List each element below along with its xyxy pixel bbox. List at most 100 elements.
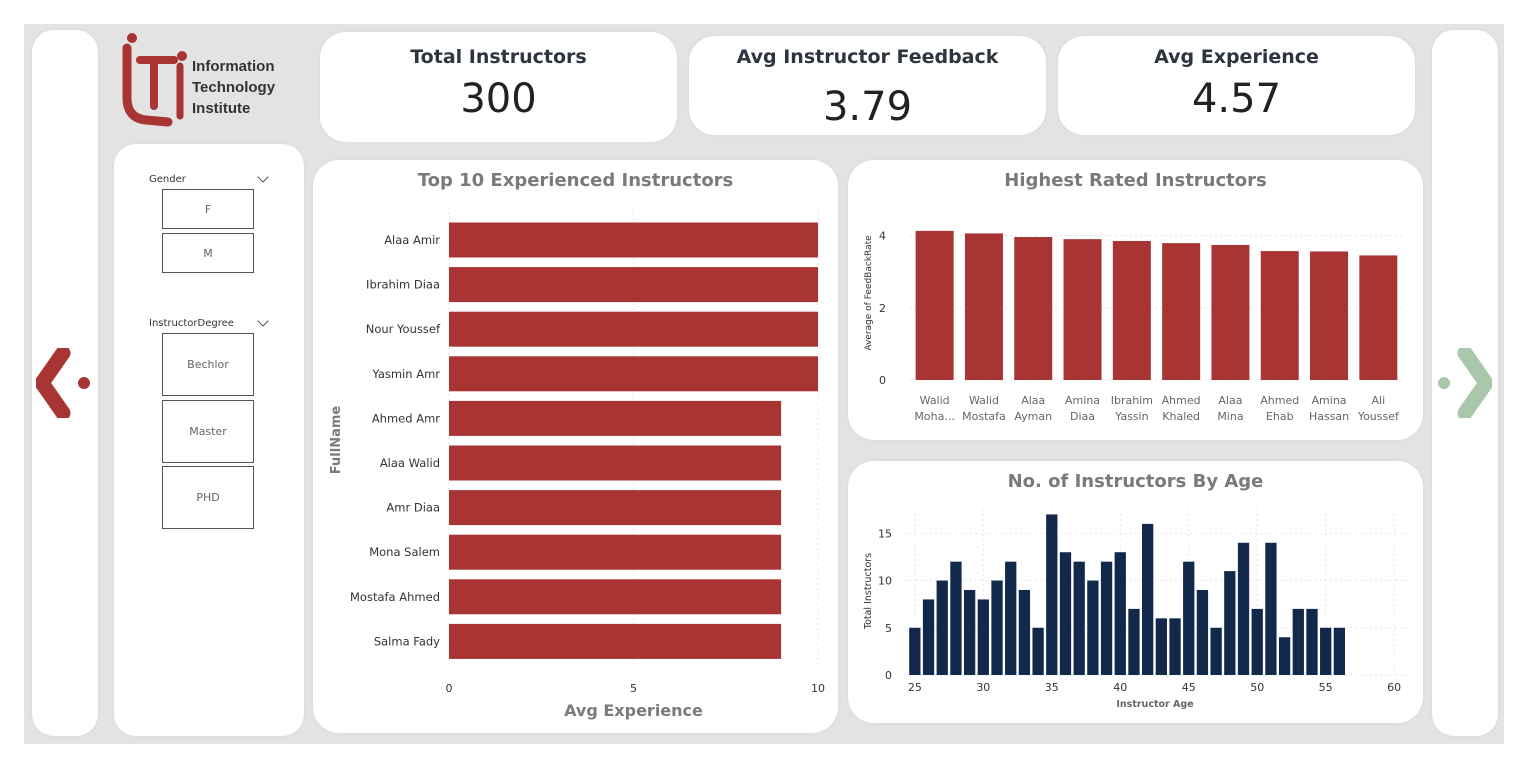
x-axis-title: Avg Experience: [564, 701, 703, 720]
chevron-down-icon[interactable]: [257, 171, 269, 183]
x-tick-label: Youssef: [1357, 410, 1400, 423]
bar: [449, 356, 818, 392]
x-tick-label: Khaled: [1162, 410, 1200, 423]
category-label: Alaa Walid: [380, 456, 440, 470]
bar: [1014, 237, 1053, 380]
x-tick-label: Mostafa: [962, 410, 1006, 423]
bar: [1196, 590, 1209, 675]
bar: [1333, 627, 1346, 675]
bar: [449, 490, 782, 526]
kpi-card-avg-experience: Avg Experience 4.57: [1058, 36, 1415, 135]
bar: [915, 230, 954, 380]
bar: [1306, 608, 1318, 675]
x-tick-label: Hassan: [1309, 410, 1349, 423]
y-axis-title: Average of FeedBackRate: [864, 235, 874, 351]
bar: [1260, 251, 1299, 380]
bar: [1005, 561, 1017, 675]
bar: [449, 267, 818, 303]
x-tick-label: Diaa: [1070, 410, 1095, 423]
bar: [1237, 542, 1250, 675]
x-tick-label: Ehab: [1266, 410, 1294, 423]
bar: [964, 233, 1003, 380]
bar: [449, 623, 782, 659]
x-tick-label: Ahmed: [1162, 394, 1201, 407]
y-tick-label: 5: [885, 622, 892, 635]
bar: [1087, 580, 1099, 675]
bar: [1155, 618, 1167, 675]
bar: [1278, 637, 1291, 675]
forward-arrow-icon: [1438, 345, 1494, 421]
filter-panel: Gender F M InstructorDegree Bechlor Mast…: [114, 144, 304, 736]
x-tick-label: 50: [1250, 681, 1264, 694]
x-tick-label: 5: [630, 682, 637, 695]
gender-option-f[interactable]: F: [162, 189, 254, 229]
kpi-card-total-instructors: Total Instructors 300: [320, 32, 677, 142]
bar: [977, 599, 989, 675]
y-tick-label: 15: [878, 527, 892, 540]
category-label: Mona Salem: [369, 545, 440, 559]
degree-option-bechlor[interactable]: Bechlor: [162, 333, 254, 396]
bar: [1142, 523, 1154, 675]
bar: [1310, 251, 1349, 380]
bar: [1162, 243, 1201, 380]
x-tick-label: Yassin: [1114, 410, 1148, 423]
age-distribution-chart: 0 5 10 15 25 30 35 40 45 50 55 60 Instructor Age Tota…: [863, 509, 1408, 710]
gender-option-m[interactable]: M: [162, 233, 254, 273]
y-axis-title: Total Instructors: [863, 553, 874, 630]
category-label: Amr Diaa: [386, 501, 440, 515]
bar: [922, 599, 935, 675]
x-tick-label: Ahmed: [1260, 394, 1299, 407]
x-tick-label: 10: [811, 682, 825, 695]
age-distribution-card: No. of Instructors By Age 0 5 10 15 25 30 35 40…: [848, 461, 1423, 723]
x-tick-label: Ali: [1372, 394, 1386, 407]
bar: [1032, 627, 1044, 675]
bar: [449, 445, 782, 481]
bar: [449, 534, 782, 570]
x-tick-label: Ayman: [1014, 410, 1052, 423]
bar: [950, 561, 962, 675]
degree-option-master[interactable]: Master: [162, 400, 254, 463]
y-tick-label: 0: [879, 374, 886, 387]
y-tick-label: 0: [885, 669, 892, 682]
category-label: Salma Fady: [374, 634, 440, 648]
forward-arrow-button[interactable]: [1434, 345, 1494, 421]
chevron-down-icon[interactable]: [257, 315, 269, 327]
bar: [1210, 627, 1222, 675]
logo-line-2: Technology: [192, 79, 276, 96]
degree-option-phd[interactable]: PHD: [162, 466, 254, 529]
bar: [1018, 590, 1031, 675]
bar: [1251, 608, 1263, 675]
bar: [963, 590, 976, 675]
bar: [1073, 561, 1085, 675]
x-tick-label: 60: [1387, 681, 1401, 694]
x-tick-label: Ibrahim: [1111, 394, 1153, 407]
x-tick-label: 40: [1113, 681, 1127, 694]
kpi-value: 4.57: [1191, 76, 1282, 122]
category-label: Nour Youssef: [366, 322, 441, 336]
bar: [449, 400, 782, 436]
x-tick-label: 0: [446, 682, 453, 695]
x-tick-label: 55: [1319, 681, 1333, 694]
bar: [1359, 255, 1398, 380]
y-tick-label: 4: [879, 230, 886, 243]
bar: [909, 627, 921, 675]
x-tick-label: Mina: [1217, 410, 1243, 423]
top-experienced-card: Top 10 Experienced Instructors Alaa Amir…: [313, 160, 838, 733]
bar: [1059, 552, 1072, 675]
y-axis-title: FullName: [329, 406, 344, 475]
back-arrow-button[interactable]: [34, 345, 94, 421]
iti-logo-mark: [122, 33, 187, 127]
logo-line-1: Information: [192, 58, 275, 75]
bar: [1112, 240, 1151, 380]
x-tick-label: Alaa: [1021, 394, 1045, 407]
category-label: Ahmed Amr: [372, 411, 440, 425]
x-tick-label: Amina: [1312, 394, 1347, 407]
bar: [1128, 608, 1140, 675]
iti-logo: Information Technology Institute: [114, 30, 304, 130]
y-tick-label: 10: [878, 575, 892, 588]
x-tick-label: 30: [976, 681, 990, 694]
bar: [449, 579, 782, 615]
gender-slicer-title: Gender: [149, 174, 186, 185]
category-label: Mostafa Ahmed: [350, 590, 440, 604]
logo-line-3: Institute: [192, 100, 251, 117]
